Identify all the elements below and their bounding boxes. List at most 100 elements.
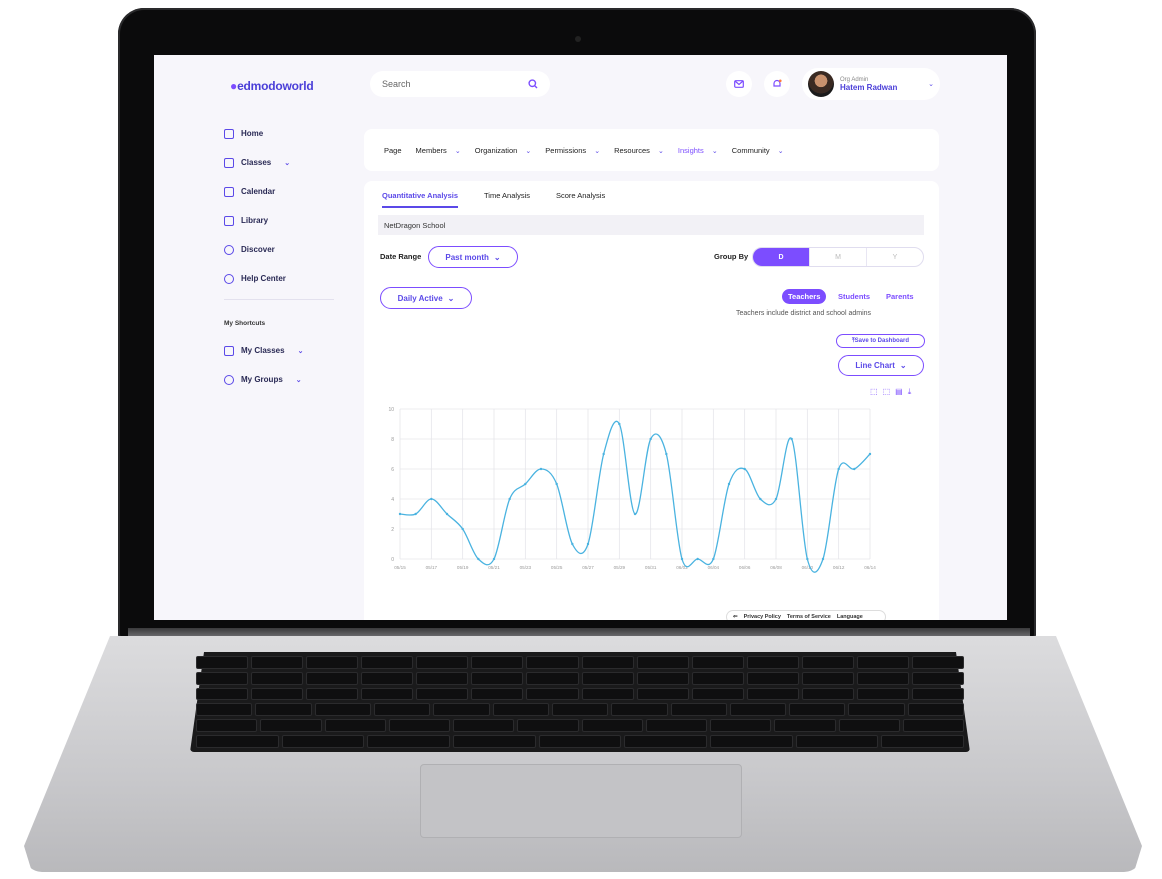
keyboard-key (801, 671, 854, 685)
x-tick-label: 05/25 (551, 565, 563, 570)
notifications-button[interactable] (764, 71, 790, 97)
keyboard-key (196, 671, 249, 685)
terms-link[interactable]: Terms of Service (787, 614, 831, 620)
data-point (602, 452, 605, 456)
zoom-icon[interactable]: ⬚ (870, 387, 878, 397)
menu-item-resources[interactable]: Resources ⌄ (614, 146, 664, 155)
keyboard-key (801, 687, 854, 701)
messages-button[interactable] (726, 71, 752, 97)
keyboard-key (492, 703, 549, 717)
keyboard-row (196, 703, 965, 717)
sidebar-item-my-classes[interactable]: My Classes ⌄ (224, 336, 334, 365)
search-input[interactable]: Search (370, 71, 550, 97)
y-tick-label: 4 (391, 497, 394, 503)
menu-item-page[interactable]: Page (384, 146, 402, 155)
audience-teachers[interactable]: Teachers (782, 289, 827, 304)
keyboard-key (848, 703, 905, 717)
data-point (461, 527, 464, 531)
language-link[interactable]: Language (837, 614, 863, 620)
logo-mark-icon: ● (230, 79, 238, 93)
footer-icon: ⇐ (733, 614, 738, 620)
metric-select[interactable]: Daily Active ⌄ (380, 287, 472, 309)
chevron-down-icon: ⌄ (711, 147, 718, 155)
chevron-down-icon[interactable]: ⌄ (298, 347, 304, 355)
tab-quantitative-analysis[interactable]: Quantitative Analysis (382, 191, 458, 208)
reset-zoom-icon[interactable]: ⬚ (883, 387, 891, 397)
data-point (743, 467, 746, 471)
sidebar-item-help-center[interactable]: Help Center (224, 264, 334, 293)
keyboard-key (856, 656, 910, 669)
data-point (727, 482, 731, 486)
data-point (774, 497, 778, 501)
chevron-down-icon: ⌄ (658, 147, 664, 155)
chart-type-select[interactable]: Line Chart ⌄ (838, 355, 924, 376)
keyboard-key (306, 687, 359, 701)
group-by-month[interactable]: M (809, 248, 866, 266)
chevron-down-icon[interactable]: ⌄ (928, 80, 934, 88)
sidebar-item-my-groups[interactable]: My Groups ⌄ (224, 365, 334, 394)
keyboard-key (636, 671, 689, 685)
menu-item-community[interactable]: Community ⌄ (732, 146, 784, 155)
keyboard-key (526, 656, 579, 669)
group-by-year[interactable]: Y (866, 248, 923, 266)
metric-value: Daily Active (397, 293, 443, 303)
download-icon[interactable]: ⤓ (908, 387, 912, 397)
sidebar-item-label: Help Center (241, 274, 286, 283)
x-tick-label: 05/31 (645, 565, 657, 570)
audience-students[interactable]: Students (838, 292, 870, 301)
tab-score-analysis[interactable]: Score Analysis (556, 191, 605, 208)
chevron-down-icon[interactable]: ⌄ (284, 159, 290, 167)
menu-item-members[interactable]: Members ⌄ (416, 146, 461, 155)
data-point (492, 557, 496, 561)
audience-parents[interactable]: Parents (886, 292, 914, 301)
keyboard-key (691, 687, 744, 701)
keyboard-key (373, 703, 431, 717)
date-range-select[interactable]: Past month ⌄ (428, 246, 518, 268)
data-view-icon[interactable]: ▤ (895, 387, 903, 397)
avatar[interactable] (808, 71, 834, 97)
keyboard-key (367, 735, 451, 748)
menu-item-insights[interactable]: Insights ⌄ (678, 146, 718, 155)
keyboard-key (526, 687, 579, 701)
y-tick-label: 0 (391, 557, 394, 563)
keyboard-key (471, 687, 524, 701)
monitor-icon (224, 157, 234, 168)
data-point (712, 557, 715, 561)
school-name: NetDragon School (378, 215, 924, 235)
sidebar-item-home[interactable]: Home (224, 119, 334, 148)
keyboard-key (746, 671, 799, 685)
menu-item-organization[interactable]: Organization ⌄ (475, 146, 532, 155)
sidebar-item-calendar[interactable]: Calendar (224, 177, 334, 206)
chevron-down-icon[interactable]: ⌄ (296, 376, 302, 384)
keyboard-key (611, 703, 668, 717)
sidebar-item-label: My Groups (241, 375, 283, 384)
data-point (477, 557, 480, 561)
chevron-down-icon: ⌄ (454, 147, 461, 155)
footer-links: ⇐ Privacy Policy Terms of Service Langua… (726, 610, 886, 620)
sidebar-item-library[interactable]: Library (224, 206, 334, 235)
shortcuts-heading: My Shortcuts (224, 319, 266, 327)
chart-toolbar: ⬚ ⬚ ▤ ⤓ (870, 387, 911, 397)
help-icon (224, 273, 234, 284)
series-line (399, 420, 871, 573)
sidebar-item-discover[interactable]: Discover (224, 235, 334, 264)
keyboard-key (324, 719, 386, 733)
app-logo[interactable]: ●edmodoworld (230, 79, 314, 93)
privacy-policy-link[interactable]: Privacy Policy (744, 614, 781, 620)
save-to-dashboard-button[interactable]: ⤒ Save to Dashboard (836, 334, 925, 348)
keyboard-key (746, 656, 799, 669)
keyboard-key (710, 719, 772, 733)
chevron-down-icon: ⌄ (899, 361, 907, 370)
keyboard-key (361, 656, 414, 669)
daily-active-line-chart: 0 2 4 6 8 10 05/15 05/17 05/19 05/21 05/23 05/25 05/… (388, 407, 876, 573)
group-by-day[interactable]: D (753, 248, 809, 266)
sidebar-item-classes[interactable]: Classes ⌄ (224, 148, 334, 177)
profile-menu[interactable]: Org Admin Hatem Radwan ⌄ (802, 68, 940, 100)
keyboard-key (255, 703, 312, 717)
grid-icon (224, 128, 234, 139)
menu-item-permissions[interactable]: Permissions ⌄ (545, 146, 600, 155)
menu-item-label: Resources (614, 145, 650, 155)
tab-time-analysis[interactable]: Time Analysis (484, 191, 530, 208)
search-icon[interactable] (528, 79, 538, 89)
chevron-down-icon: ⌄ (493, 252, 501, 262)
